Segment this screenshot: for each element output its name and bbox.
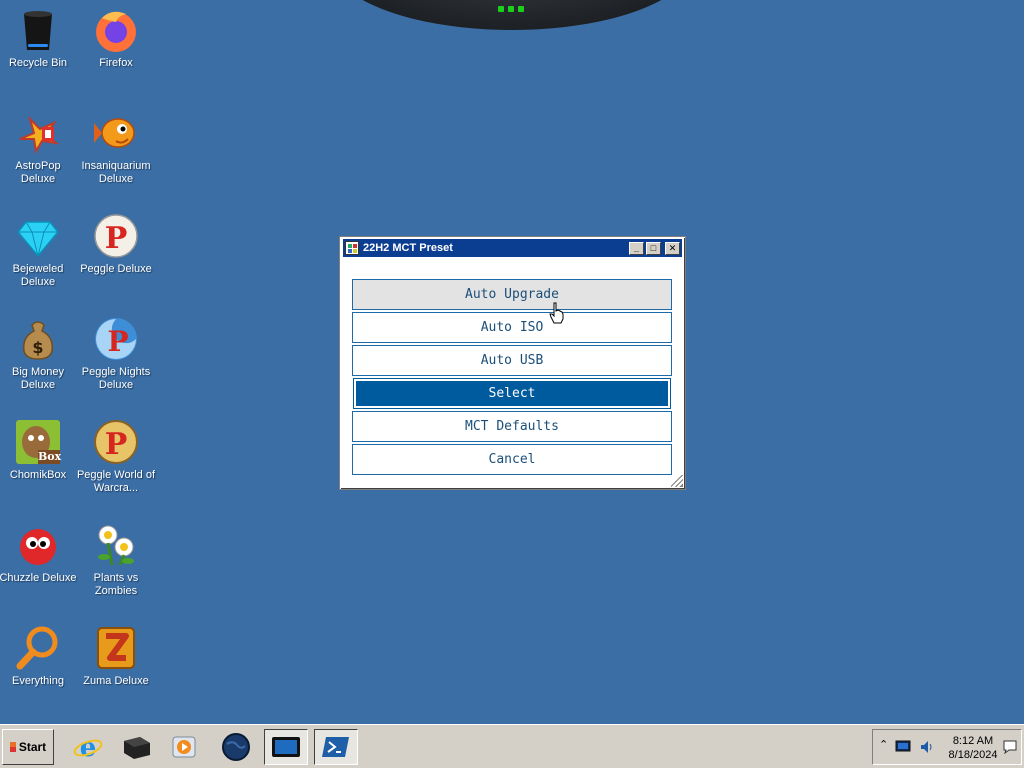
- desktop: Recycle Bin AstroPop Deluxe Bejeweled De…: [0, 0, 1024, 724]
- bejeweled-icon: [14, 212, 62, 260]
- peggle-icon: P: [92, 212, 140, 260]
- desktop-icon-label: Zuma Deluxe: [83, 675, 149, 687]
- top-notch-widget: [330, 0, 694, 30]
- desktop-icon-peggle-nights[interactable]: P Peggle Nights Deluxe: [76, 311, 156, 392]
- zuma-icon: [92, 624, 140, 672]
- desktop-icon-label: Insaniquarium Deluxe: [81, 160, 151, 185]
- system-tray: ⌃ 8:12 AM 8/18/2024: [872, 729, 1022, 765]
- mct-preset-dialog: 22H2 MCT Preset _ □ ✕ Auto Upgrade Auto …: [339, 236, 686, 490]
- clock[interactable]: 8:12 AM 8/18/2024: [947, 734, 999, 762]
- minimize-icon[interactable]: _: [629, 241, 644, 255]
- dialog-titlebar[interactable]: 22H2 MCT Preset _ □ ✕: [343, 239, 682, 257]
- close-icon[interactable]: ✕: [665, 241, 680, 255]
- desktop-icon-everything[interactable]: Everything: [0, 620, 78, 688]
- desktop-icon-label: ChomikBox: [9, 469, 67, 481]
- dialog-title: 22H2 MCT Preset: [363, 242, 453, 254]
- svg-text:P: P: [107, 325, 128, 358]
- desktop-icon-label: Peggle Nights Deluxe: [81, 366, 151, 391]
- start-button[interactable]: Start: [2, 729, 54, 765]
- resize-grip[interactable]: [671, 475, 683, 487]
- chomikbox-badge: Box: [38, 450, 62, 463]
- powershell-icon[interactable]: [314, 729, 358, 765]
- desktop-icon-label: Everything: [12, 675, 64, 687]
- action-center-icon[interactable]: [1003, 740, 1017, 754]
- taskbar: Start e ⌃ 8:12 AM 8/18/2024: [0, 724, 1024, 768]
- desktop-icon-zuma[interactable]: Zuma Deluxe: [76, 620, 156, 688]
- plants-vs-zombies-icon: [92, 521, 140, 569]
- window-display-icon[interactable]: [264, 729, 308, 765]
- desktop-icon-label: AstroPop Deluxe: [15, 160, 61, 185]
- start-label: Start: [18, 740, 47, 754]
- desktop-icon-peggle[interactable]: P Peggle Deluxe: [76, 208, 156, 276]
- auto-usb-button[interactable]: Auto USB: [352, 345, 672, 376]
- svg-text:P: P: [105, 427, 128, 462]
- chomikbox-icon: Box: [14, 418, 62, 466]
- insaniquarium-icon: [92, 109, 140, 157]
- desktop-icon-label: Peggle Deluxe: [80, 263, 152, 275]
- terminal-box-icon[interactable]: [114, 729, 158, 765]
- windows-logo-icon: [9, 742, 16, 752]
- chuzzle-icon: [14, 521, 62, 569]
- everything-search-icon: [14, 624, 62, 672]
- mct-defaults-button[interactable]: MCT Defaults: [352, 411, 672, 442]
- astropop-icon: [14, 109, 62, 157]
- desktop-icon-plants-vs-zombies[interactable]: Plants vs Zombies: [76, 517, 156, 598]
- desktop-icon-label: Big Money Deluxe: [12, 366, 64, 391]
- auto-upgrade-button[interactable]: Auto Upgrade: [352, 279, 672, 310]
- desktop-icon-label: Peggle World of Warcra...: [76, 469, 156, 494]
- app-window-icon: [345, 241, 359, 255]
- svg-text:$: $: [32, 338, 43, 357]
- clock-time: 8:12 AM: [952, 735, 994, 747]
- svg-text:e: e: [80, 733, 97, 762]
- desktop-icon-label: Plants vs Zombies: [93, 572, 139, 597]
- select-button[interactable]: Select: [353, 378, 671, 409]
- desktop-icon-label: Chuzzle Deluxe: [0, 572, 77, 584]
- desktop-icon-label: Bejeweled Deluxe: [12, 263, 64, 288]
- desktop-icon-label: Recycle Bin: [8, 57, 68, 69]
- clock-date: 8/18/2024: [948, 749, 998, 761]
- maximize-icon[interactable]: □: [646, 241, 661, 255]
- internet-explorer-icon[interactable]: e: [66, 729, 110, 765]
- desktop-icon-firefox[interactable]: Firefox: [76, 2, 156, 70]
- desktop-icon-recycle-bin[interactable]: Recycle Bin: [0, 2, 78, 70]
- hand-pointer-cursor: [549, 302, 564, 324]
- desktop-icon-big-money[interactable]: $ Big Money Deluxe: [0, 311, 78, 392]
- network-monitor-icon[interactable]: [895, 740, 911, 754]
- peggle-nights-icon: P: [92, 315, 140, 363]
- recycle-bin-icon: [14, 6, 62, 54]
- chevron-up-icon[interactable]: ⌃: [879, 738, 888, 751]
- desktop-icon-label: Firefox: [99, 57, 133, 69]
- globe-icon[interactable]: [214, 729, 258, 765]
- big-money-icon: $: [14, 315, 62, 363]
- desktop-icon-insaniquarium[interactable]: Insaniquarium Deluxe: [76, 105, 156, 186]
- desktop-icon-peggle-wow[interactable]: P Peggle World of Warcra...: [76, 414, 156, 495]
- desktop-icon-astropop[interactable]: AstroPop Deluxe: [0, 105, 78, 186]
- auto-iso-button[interactable]: Auto ISO: [352, 312, 672, 343]
- firefox-icon: [92, 6, 140, 54]
- peggle-wow-icon: P: [92, 418, 140, 466]
- desktop-icon-bejeweled[interactable]: Bejeweled Deluxe: [0, 208, 78, 289]
- svg-text:P: P: [105, 221, 128, 256]
- desktop-icon-chomikbox[interactable]: Box ChomikBox: [0, 414, 78, 482]
- media-player-icon[interactable]: [162, 729, 206, 765]
- volume-icon[interactable]: [919, 739, 935, 755]
- desktop-icon-chuzzle[interactable]: Chuzzle Deluxe: [0, 517, 78, 585]
- cancel-button[interactable]: Cancel: [352, 444, 672, 475]
